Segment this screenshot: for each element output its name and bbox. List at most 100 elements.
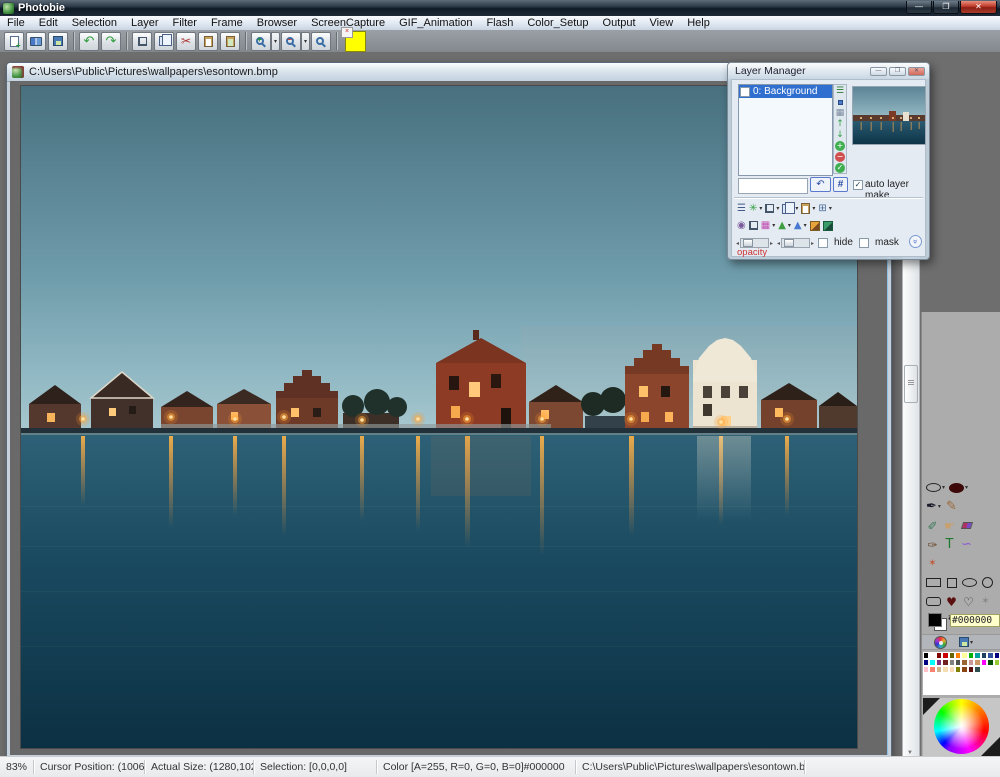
auto-layer-checkbox[interactable]: ✓ (853, 180, 863, 190)
layer-sphere-button[interactable]: ◉ (737, 221, 746, 231)
ellipse-filled-tool-dropdown-icon[interactable]: ▾ (965, 484, 968, 491)
paste-special-button[interactable] (220, 32, 240, 51)
restore-button[interactable]: ❐ (933, 1, 959, 14)
fine-brush-tool[interactable]: ✑ (926, 537, 939, 552)
hex-color-input[interactable] (950, 614, 1000, 627)
text-tool[interactable]: T (943, 537, 956, 552)
layer-image-button[interactable] (810, 221, 820, 231)
layer-pattern-button[interactable]: ▦▾ (761, 221, 775, 231)
new-file-button[interactable] (4, 32, 24, 51)
layer-crop-button[interactable]: ▾ (765, 204, 779, 213)
layer-pattern-button-dropdown-icon[interactable]: ▾ (772, 222, 775, 229)
layer-gradient-blue-button-dropdown-icon[interactable]: ▾ (804, 222, 807, 229)
add-layer-button[interactable]: + (835, 141, 846, 151)
slider-right-icon[interactable]: ▸ (811, 240, 814, 247)
palette-swatch[interactable] (994, 687, 1000, 694)
open-file-button[interactable] (26, 32, 46, 51)
undo-button[interactable]: ↶ (79, 32, 99, 51)
current-color-swatch[interactable]: × (345, 31, 366, 52)
layer-row[interactable]: 0: Background (739, 85, 832, 98)
menu-filter[interactable]: Filter (166, 16, 204, 30)
magic-wand-tool[interactable]: ✶ (979, 594, 992, 609)
crop-button[interactable] (132, 32, 152, 51)
transparency-slider-track[interactable] (781, 238, 810, 248)
layer-crop-button-dropdown-icon[interactable]: ▾ (776, 205, 779, 212)
circle-shape-tool[interactable] (981, 575, 994, 590)
palette-swatch[interactable] (994, 680, 1000, 687)
rectangle-shape-tool[interactable] (926, 575, 941, 590)
opacity-slider-thumb[interactable] (743, 239, 753, 247)
delete-layer-button[interactable]: − (835, 152, 846, 162)
mask-checkbox[interactable] (859, 238, 869, 248)
hide-checkbox[interactable] (818, 238, 828, 248)
zoom-in-button-dropdown-icon[interactable]: ▾ (271, 32, 280, 51)
menu-output[interactable]: Output (596, 16, 643, 30)
scrollbar-thumb[interactable] (904, 365, 918, 403)
copy-button[interactable] (154, 32, 174, 51)
move-layer-down-button[interactable]: ↓ (835, 130, 846, 140)
paintbrush-tool[interactable]: ✎ (945, 499, 958, 514)
merge-layers-button-dropdown-icon[interactable]: ▾ (829, 205, 832, 212)
pen-knife-tool[interactable]: ✐ (926, 518, 939, 533)
quill-pen-tool[interactable]: ✒▾ (926, 499, 941, 514)
layer-visibility-checkbox[interactable] (740, 87, 750, 97)
layer-gradient-green-button-dropdown-icon[interactable]: ▾ (788, 222, 791, 229)
layer-paste-button-dropdown-icon[interactable]: ▾ (812, 205, 815, 212)
menu-edit[interactable]: Edit (32, 16, 65, 30)
zoom-in-button[interactable] (251, 32, 271, 51)
transparency-slider[interactable]: ◂ ▸ (777, 238, 814, 248)
layer-copy-button-dropdown-icon[interactable]: ▾ (795, 205, 798, 212)
layer-transform-button[interactable] (749, 221, 758, 230)
zoom-out-button-dropdown-icon[interactable]: ▾ (301, 32, 310, 51)
palette-swatch[interactable] (994, 652, 1000, 659)
menu-gif-animation[interactable]: GIF_Animation (392, 16, 479, 30)
heart-filled-tool[interactable]: ♥ (945, 594, 958, 609)
layer-grid-button[interactable]: ▦ (835, 108, 846, 118)
close-button[interactable]: ✕ (960, 1, 997, 14)
menu-help[interactable]: Help (680, 16, 717, 30)
zoom-out-button[interactable] (281, 32, 301, 51)
ellipse-shape-tool[interactable] (962, 575, 977, 590)
palette-swatch[interactable] (994, 659, 1000, 666)
layer-manager-close-button[interactable]: ✕ (908, 67, 925, 76)
layer-manager-window[interactable]: Layer Manager — ❐ ✕ 0: Background ☰▦↑↓+−… (727, 62, 930, 260)
save-palette-dropdown-icon[interactable]: ▾ (970, 639, 973, 646)
layer-gradient-green-button[interactable]: ▲▾ (778, 221, 791, 231)
layer-order-button[interactable]: ☰ (737, 204, 746, 214)
transparency-slider-thumb[interactable] (784, 239, 794, 247)
layer-small-button[interactable] (835, 97, 846, 107)
menu-browser[interactable]: Browser (250, 16, 304, 30)
layer-gradient-blue-button[interactable]: ▲▾ (794, 221, 807, 231)
palette-swatch[interactable] (994, 666, 1000, 673)
layer-tree-button[interactable]: ✳▾ (749, 204, 762, 214)
heart-outline-tool[interactable]: ♡ (962, 594, 975, 609)
save-button[interactable] (48, 32, 68, 51)
eraser-tool[interactable] (960, 518, 973, 533)
palette-icon[interactable] (934, 636, 947, 649)
ellipse-outline-tool-dropdown-icon[interactable]: ▾ (942, 484, 945, 491)
menu-flash[interactable]: Flash (479, 16, 520, 30)
airbrush-tool[interactable]: ✶ (926, 556, 939, 571)
layer-manager-maximize-button[interactable]: ❐ (889, 67, 906, 76)
menu-view[interactable]: View (643, 16, 681, 30)
layer-manager-collapse-button[interactable]: » (909, 235, 922, 248)
menu-color-setup[interactable]: Color_Setup (520, 16, 595, 30)
apply-layer-button[interactable]: ✓ (835, 163, 846, 173)
move-layer-up-button[interactable]: ↑ (835, 119, 846, 129)
merge-layers-button[interactable]: ⊞▾ (818, 204, 831, 214)
color-wheel[interactable] (934, 699, 989, 754)
paste-button[interactable] (198, 32, 218, 51)
menu-frame[interactable]: Frame (204, 16, 250, 30)
layer-tree-button-dropdown-icon[interactable]: ▾ (759, 205, 762, 212)
layer-texture-button[interactable] (823, 221, 833, 231)
layer-copy-button[interactable]: ▾ (782, 204, 798, 214)
palette-swatch[interactable] (994, 673, 1000, 680)
slider-left-icon[interactable]: ◂ (736, 240, 739, 247)
foreground-color-chip[interactable] (928, 613, 942, 627)
slider-left-icon[interactable]: ◂ (777, 240, 780, 247)
ellipse-outline-tool[interactable]: ▾ (926, 480, 945, 495)
slider-right-icon[interactable]: ▸ (770, 240, 773, 247)
layer-paste-button[interactable]: ▾ (801, 203, 815, 214)
minimize-button[interactable]: — (906, 1, 932, 14)
menu-selection[interactable]: Selection (65, 16, 124, 30)
